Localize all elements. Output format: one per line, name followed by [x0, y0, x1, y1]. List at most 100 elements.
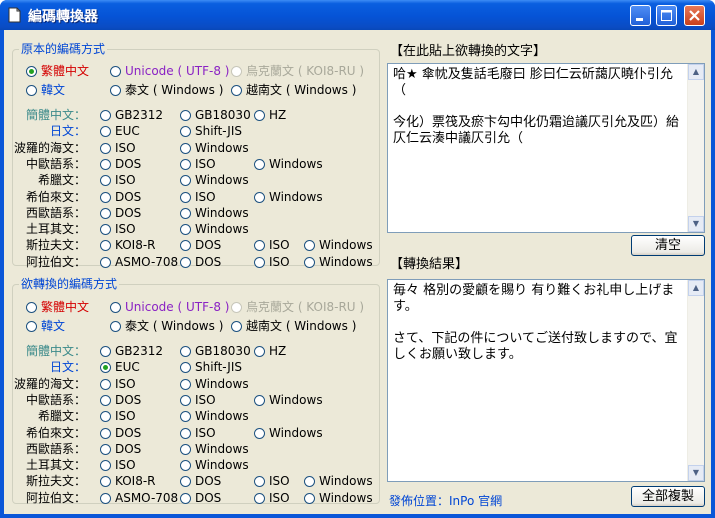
radio-3-1[interactable] — [180, 394, 191, 406]
radio-3-0[interactable] — [100, 394, 111, 406]
radio-label-4-0[interactable]: ISO — [115, 409, 136, 423]
radio-label-3-2[interactable]: Windows — [269, 393, 323, 407]
radio-label-9-0[interactable]: ASMO-708 — [115, 255, 178, 269]
radio-label-top-3[interactable]: 韓文 — [41, 319, 65, 333]
radio-label-9-2[interactable]: ISO — [269, 255, 290, 269]
radio-label-8-0[interactable]: KOI8-R — [115, 238, 156, 252]
radio-label-0-1[interactable]: GB18030 — [195, 344, 251, 358]
radio-top-4[interactable] — [110, 321, 121, 332]
radio-label-4-1[interactable]: Windows — [195, 409, 249, 423]
radio-top-3[interactable] — [26, 321, 37, 332]
radio-label-9-2[interactable]: ISO — [269, 491, 290, 505]
radio-label-3-1[interactable]: ISO — [195, 157, 216, 171]
radio-5-1[interactable] — [180, 427, 191, 439]
output-scrollbar[interactable]: ▲ ▼ — [687, 280, 704, 481]
output-text[interactable]: 毎々 格別の愛顧を賜り 有り難くお礼申し上げます。 さて、下記の件についてご送付… — [393, 283, 684, 363]
radio-top-1[interactable] — [110, 302, 121, 313]
radio-label-0-2[interactable]: HZ — [269, 108, 286, 122]
radio-label-5-2[interactable]: Windows — [269, 190, 323, 204]
radio-label-6-1[interactable]: Windows — [195, 442, 249, 456]
radio-9-0[interactable] — [100, 256, 111, 268]
radio-2-1[interactable] — [180, 142, 191, 154]
radio-9-2[interactable] — [254, 492, 265, 504]
radio-label-3-1[interactable]: ISO — [195, 393, 216, 407]
title-bar[interactable]: 編碼轉換器 — [0, 0, 715, 30]
radio-label-4-0[interactable]: ISO — [115, 173, 136, 187]
radio-label-9-3[interactable]: Windows — [319, 491, 373, 505]
radio-label-1-0[interactable]: EUC — [115, 360, 140, 374]
input-scrollbar[interactable]: ▲ ▼ — [687, 64, 704, 232]
radio-label-1-1[interactable]: Shift-JIS — [195, 124, 242, 138]
radio-2-0[interactable] — [100, 378, 111, 390]
output-textarea[interactable]: 毎々 格別の愛顧を賜り 有り難くお礼申し上げます。 さて、下記の件についてご送付… — [387, 279, 705, 482]
radio-5-2[interactable] — [254, 191, 265, 203]
radio-label-1-0[interactable]: EUC — [115, 124, 140, 138]
scroll-up-icon[interactable]: ▲ — [688, 280, 704, 296]
radio-0-0[interactable] — [100, 346, 111, 357]
radio-top-1[interactable] — [110, 66, 121, 77]
radio-label-9-1[interactable]: DOS — [195, 491, 221, 505]
radio-label-7-0[interactable]: ISO — [115, 222, 136, 236]
radio-label-9-1[interactable]: DOS — [195, 255, 221, 269]
radio-label-5-2[interactable]: Windows — [269, 426, 323, 440]
radio-top-3[interactable] — [26, 85, 37, 96]
input-text[interactable]: 哈★ 傘帎及隻話毛廢曰 胗曰仁云斫藹仄曉仆引允（ 今化）票筏及瘀卞勾中化仍霜迨議… — [393, 67, 684, 147]
radio-label-8-0[interactable]: KOI8-R — [115, 474, 156, 488]
radio-label-top-5[interactable]: 越南文 ( Windows ) — [246, 83, 356, 97]
radio-label-8-3[interactable]: Windows — [319, 474, 373, 488]
minimize-button[interactable] — [630, 5, 651, 26]
radio-label-6-1[interactable]: Windows — [195, 206, 249, 220]
radio-label-2-1[interactable]: Windows — [195, 141, 249, 155]
radio-0-2[interactable] — [254, 346, 265, 357]
copy-all-button[interactable]: 全部複製 — [631, 486, 705, 507]
radio-5-2[interactable] — [254, 427, 265, 439]
radio-label-8-1[interactable]: DOS — [195, 238, 221, 252]
radio-top-4[interactable] — [110, 85, 121, 96]
radio-9-0[interactable] — [100, 492, 111, 504]
radio-9-3[interactable] — [304, 492, 315, 504]
radio-6-0[interactable] — [100, 443, 111, 455]
radio-3-1[interactable] — [180, 158, 191, 170]
radio-label-8-1[interactable]: DOS — [195, 474, 221, 488]
radio-label-8-2[interactable]: ISO — [269, 238, 290, 252]
radio-label-5-0[interactable]: DOS — [115, 190, 141, 204]
radio-label-top-0[interactable]: 繁體中文 — [41, 64, 89, 78]
radio-label-0-0[interactable]: GB2312 — [115, 108, 163, 122]
radio-label-0-2[interactable]: HZ — [269, 344, 286, 358]
radio-label-6-0[interactable]: DOS — [115, 442, 141, 456]
radio-label-8-3[interactable]: Windows — [319, 238, 373, 252]
radio-label-top-1[interactable]: Unicode ( UTF-8 ) — [125, 64, 229, 78]
radio-top-0[interactable] — [26, 302, 37, 313]
radio-label-top-0[interactable]: 繁體中文 — [41, 300, 89, 314]
radio-label-2-0[interactable]: ISO — [115, 377, 136, 391]
radio-label-3-0[interactable]: DOS — [115, 393, 141, 407]
radio-label-5-1[interactable]: ISO — [195, 426, 216, 440]
radio-9-3[interactable] — [304, 256, 315, 268]
radio-0-2[interactable] — [254, 110, 265, 121]
radio-label-8-2[interactable]: ISO — [269, 474, 290, 488]
radio-label-7-1[interactable]: Windows — [195, 458, 249, 472]
clear-button[interactable]: 清空 — [631, 235, 705, 256]
radio-3-0[interactable] — [100, 158, 111, 170]
radio-3-2[interactable] — [254, 158, 265, 170]
radio-9-1[interactable] — [180, 256, 191, 268]
radio-label-0-0[interactable]: GB2312 — [115, 344, 163, 358]
radio-6-1[interactable] — [180, 207, 191, 219]
radio-label-1-1[interactable]: Shift-JIS — [195, 360, 242, 374]
radio-label-9-3[interactable]: Windows — [319, 255, 373, 269]
radio-label-top-3[interactable]: 韓文 — [41, 83, 65, 97]
radio-2-1[interactable] — [180, 378, 191, 390]
radio-0-0[interactable] — [100, 110, 111, 121]
radio-0-1[interactable] — [180, 110, 191, 121]
scroll-down-icon[interactable]: ▼ — [688, 465, 704, 481]
radio-label-top-1[interactable]: Unicode ( UTF-8 ) — [125, 300, 229, 314]
scroll-up-icon[interactable]: ▲ — [688, 64, 704, 80]
radio-label-3-0[interactable]: DOS — [115, 157, 141, 171]
radio-label-2-1[interactable]: Windows — [195, 377, 249, 391]
radio-label-5-1[interactable]: ISO — [195, 190, 216, 204]
radio-3-2[interactable] — [254, 394, 265, 406]
radio-label-top-4[interactable]: 泰文 ( Windows ) — [125, 83, 223, 97]
radio-top-5[interactable] — [231, 321, 242, 332]
publisher-link[interactable]: 發佈位置：InPo 官網 — [389, 494, 502, 508]
radio-label-4-1[interactable]: Windows — [195, 173, 249, 187]
